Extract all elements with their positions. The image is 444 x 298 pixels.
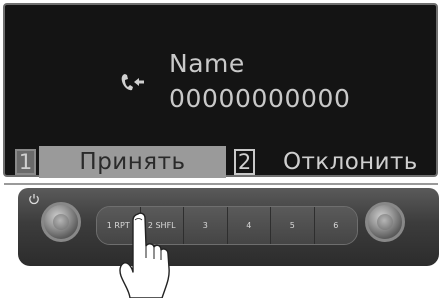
- accept-call-button[interactable]: Принять: [39, 146, 226, 178]
- incoming-call-screen: Name 00000000000 1 Принять 2 Отклонить: [3, 3, 438, 179]
- knob-center: [53, 214, 69, 230]
- pointing-hand-icon: [119, 212, 170, 298]
- caller-name: Name: [169, 49, 245, 78]
- caller-number: 00000000000: [169, 84, 351, 113]
- power-icon: [29, 194, 39, 205]
- preset-button-4[interactable]: 4: [227, 207, 271, 244]
- preset-button-5[interactable]: 5: [271, 207, 315, 244]
- softkey-2-number: 2: [234, 149, 255, 175]
- tune-knob[interactable]: [365, 202, 405, 242]
- preset-button-6[interactable]: 6: [314, 207, 357, 244]
- control-panel: 1 RPT 2 SHFL 3 4 5 6: [18, 188, 439, 266]
- softkey-1-number: 1: [15, 149, 36, 175]
- knob-center: [377, 214, 393, 230]
- divider: [4, 183, 438, 185]
- head-unit-display: Name 00000000000 1 Принять 2 Отклонить: [0, 0, 444, 183]
- preset-button-3[interactable]: 3: [184, 207, 228, 244]
- incoming-call-icon: [121, 74, 144, 91]
- reject-call-button[interactable]: Отклонить: [283, 146, 435, 178]
- power-volume-knob[interactable]: [41, 202, 81, 242]
- softkey-bar: 1 Принять 2 Отклонить: [15, 146, 435, 179]
